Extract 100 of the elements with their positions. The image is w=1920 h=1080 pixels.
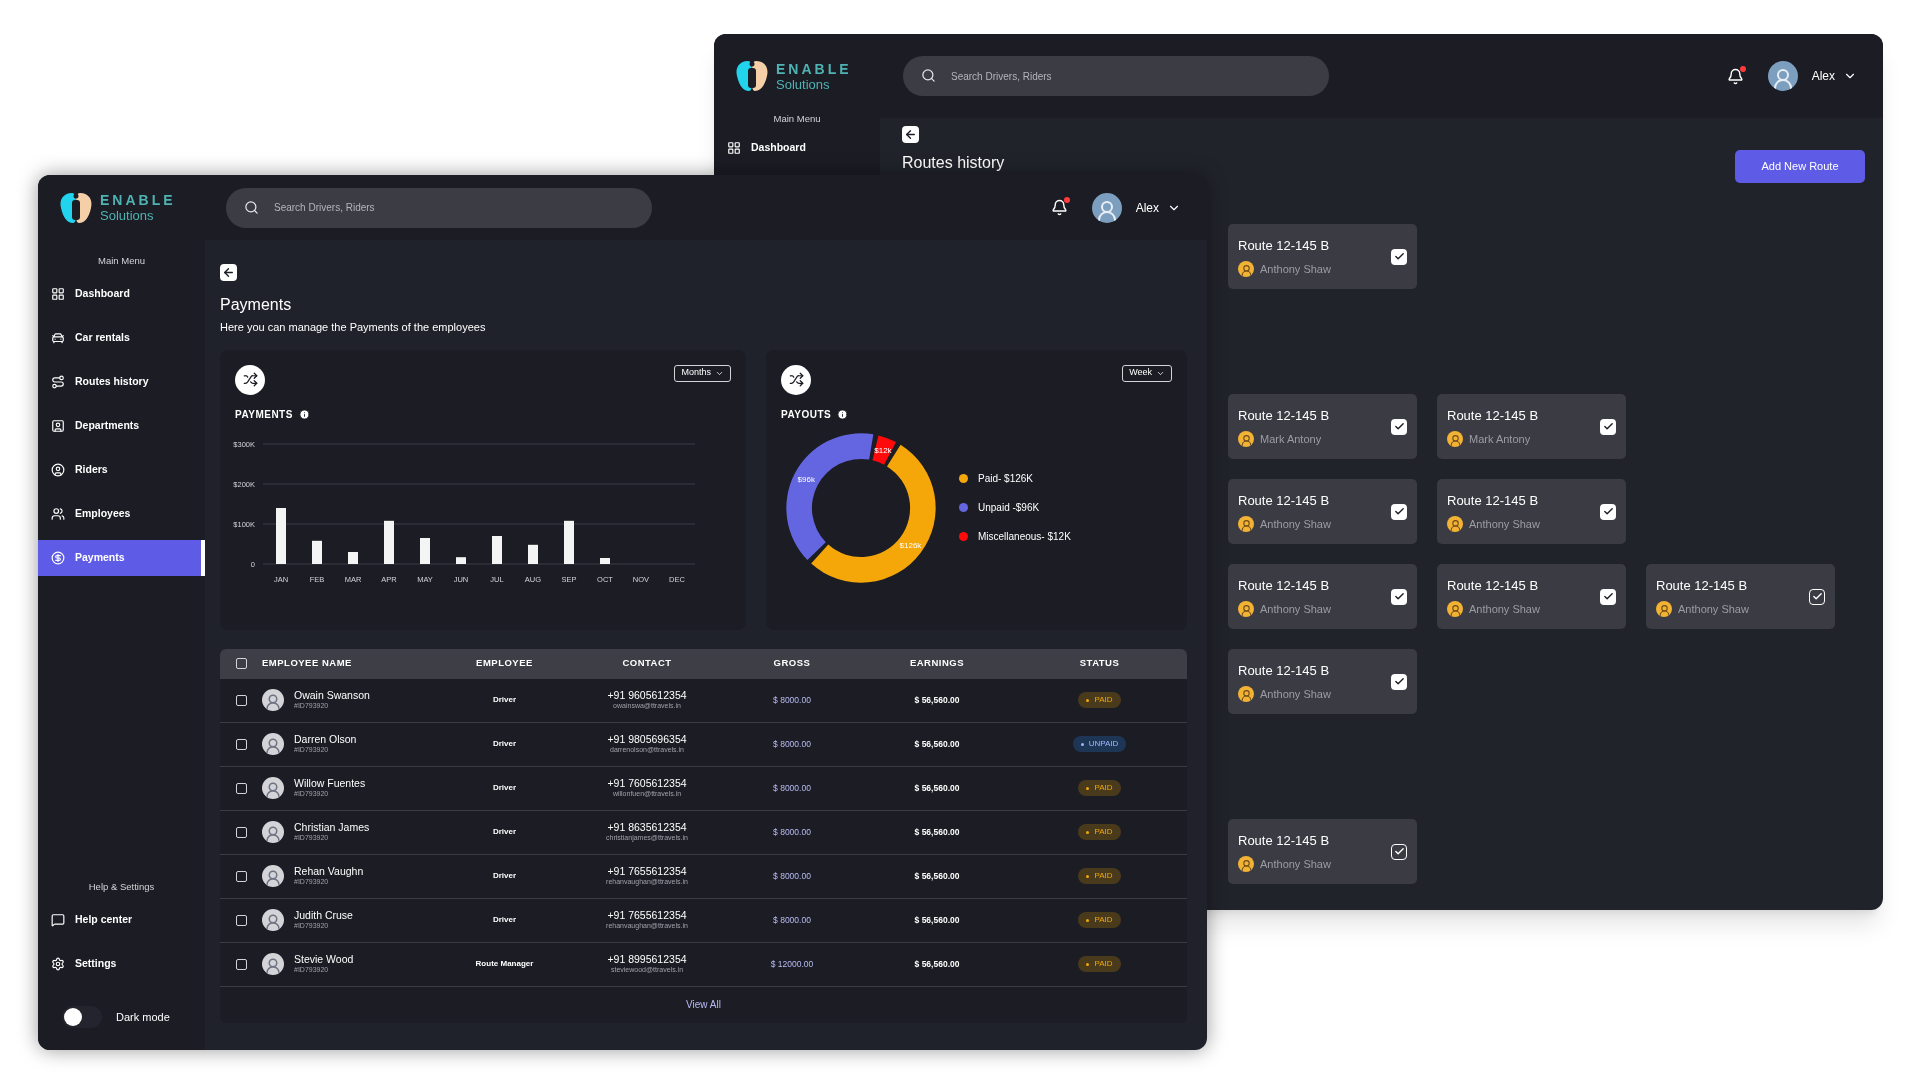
sidebar-item[interactable]: Help center [38,902,205,938]
bar [456,556,466,564]
sidebar-item[interactable]: Employees [38,496,205,533]
user-avatar[interactable] [1767,61,1798,91]
route-card[interactable]: Route 12-145 B Anthony Shaw [1228,649,1417,714]
page-title: Payments [220,295,293,315]
column-header[interactable]: EMPLOYEE [437,656,572,671]
row-checkbox[interactable] [235,782,247,794]
column-header[interactable]: STATUS [1012,656,1187,671]
route-card[interactable]: Route 12-145 B Anthony Shaw [1646,564,1835,629]
page-subtitle: Here you can manage the Payments of the employees [220,320,487,335]
status-badge: PAID [1078,780,1121,796]
column-header[interactable]: CONTACT [572,656,722,671]
avatar-placeholder [262,733,284,755]
id-badge-icon [51,419,65,434]
card-checkbox[interactable] [1391,843,1407,860]
column-header[interactable]: GROSS [722,656,862,671]
row-checkbox[interactable] [235,738,247,750]
back-button[interactable] [220,264,237,281]
card-checkbox[interactable] [1600,588,1616,605]
dark-mode-label: Dark mode [116,1009,170,1025]
column-header[interactable]: EARNINGS [862,656,1012,671]
sidebar-item[interactable]: Dashboard [714,130,880,167]
sidebar-item[interactable]: Dashboard [38,276,205,313]
search-field[interactable]: Search Drivers, Riders [903,56,1329,96]
card-checkbox[interactable] [1600,503,1616,520]
driver-name: Anthony Shaw [1469,517,1540,532]
gross-cell-text: $ 8000.00 [772,737,812,751]
bar [600,557,610,564]
bar [564,520,574,564]
avatar-placeholder [1238,601,1254,618]
route-card[interactable]: Route 12-145 B Mark Antony [1228,394,1417,459]
route-card[interactable]: Route 12-145 B Anthony Shaw [1228,819,1417,884]
check-icon [1393,676,1405,687]
driver-name: Anthony Shaw [1260,602,1331,617]
sidebar-item[interactable]: Payments [38,540,205,577]
notification-bell-icon[interactable] [1726,67,1744,85]
card-checkbox[interactable] [1391,418,1407,435]
sidebar-item[interactable]: Settings [38,946,205,982]
select-all-checkbox[interactable] [235,658,247,669]
row-checkbox[interactable] [235,914,247,926]
route-card[interactable]: Route 12-145 B Mark Antony [1437,394,1626,459]
logo-icon [734,58,770,94]
sidebar-item[interactable]: Departments [38,408,205,445]
back-button[interactable] [902,126,919,143]
bar [348,551,358,564]
user-menu-button[interactable]: Alex [1811,67,1857,85]
route-title: Route 12-145 B [1656,576,1749,595]
search-field[interactable]: Search Drivers, Riders [226,187,652,228]
route-card[interactable]: Route 12-145 B Anthony Shaw [1228,479,1417,544]
add-route-button[interactable]: Add New Route [1735,150,1865,183]
check-icon [1811,591,1823,602]
status-badge: UNPAID [1072,736,1127,752]
bar [276,507,286,564]
driver-name: Anthony Shaw [1260,517,1331,532]
route-title: Route 12-145 B [1238,831,1331,850]
user-avatar[interactable] [1091,192,1122,223]
row-checkbox[interactable] [235,826,247,838]
earnings-cell-text: $ 56,560.00 [913,693,961,707]
phone-number: +91 9605612354 [607,689,687,703]
period-dropdown[interactable]: Months [674,364,731,382]
sidebar-item[interactable]: Riders [38,452,205,489]
arrow-left-icon [904,128,917,141]
row-checkbox[interactable] [235,958,247,970]
card-checkbox[interactable] [1391,673,1407,690]
sidebar-item[interactable]: Car rentals [38,320,205,357]
route-card[interactable]: Route 12-145 B Anthony Shaw [1437,564,1626,629]
role-cell-text: Driver [491,738,518,750]
view-all-link[interactable]: View All [686,997,721,1012]
phone-number: +91 7655612354 [607,865,687,879]
route-card[interactable]: Route 12-145 B Anthony Shaw [1228,224,1417,289]
sidebar-item[interactable]: Routes history [38,364,205,401]
gross-cell-text: $ 12000.00 [769,957,815,971]
card-checkbox[interactable] [1600,418,1616,435]
user-circle-icon [51,463,65,478]
user-menu-button[interactable]: Alex [1135,198,1181,217]
gross-cell-text: $ 8000.00 [772,869,812,883]
route-card[interactable]: Route 12-145 B Anthony Shaw [1437,479,1626,544]
dark-mode-toggle[interactable] [62,1006,102,1028]
driver-name: Anthony Shaw [1260,262,1331,277]
earnings-cell-text: $ 56,560.00 [913,781,961,795]
column-header[interactable]: EMPLOYEE NAME [262,656,437,671]
row-checkbox[interactable] [235,870,247,882]
card-checkbox[interactable] [1809,588,1825,605]
period-dropdown[interactable]: Week [1122,364,1172,382]
card-checkbox[interactable] [1391,248,1407,265]
check-icon [1602,506,1614,517]
check-icon [1393,591,1405,602]
notification-bell-icon[interactable] [1050,199,1068,216]
card-checkbox[interactable] [1391,503,1407,520]
status-badge: PAID [1078,868,1121,884]
phone-number: +91 8995612354 [607,953,687,967]
avatar-placeholder [1447,601,1463,618]
route-card[interactable]: Route 12-145 B Anthony Shaw [1228,564,1417,629]
logo-name: ENABLE [100,193,176,207]
driver-name: Anthony Shaw [1678,602,1749,617]
status-badge: PAID [1078,692,1121,708]
row-checkbox[interactable] [235,694,247,706]
card-checkbox[interactable] [1391,588,1407,605]
driver-name: Mark Antony [1469,432,1531,447]
